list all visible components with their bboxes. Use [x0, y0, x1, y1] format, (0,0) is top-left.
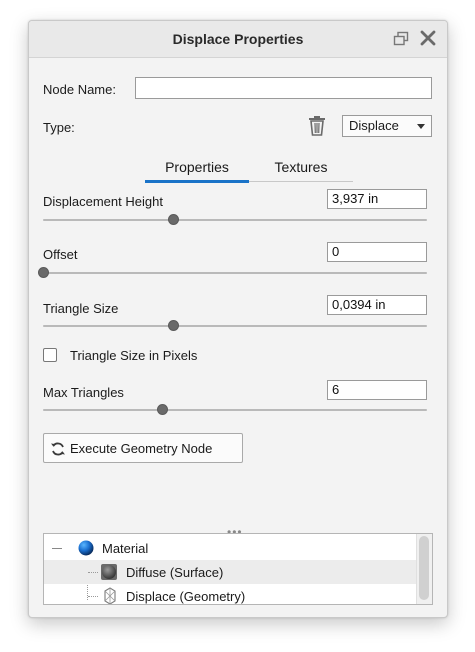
tree-item-label: Displace (Geometry): [126, 589, 246, 604]
execute-geometry-node-button[interactable]: Execute Geometry Node: [43, 433, 243, 463]
tree-connector-branch: [88, 572, 98, 573]
offset-slider-thumb[interactable]: [37, 267, 49, 278]
displacement-height-slider-track[interactable]: [43, 219, 427, 221]
execute-geometry-node-label: Execute Geometry Node: [70, 441, 213, 456]
tree-item-displace[interactable]: Displace (Geometry): [44, 584, 416, 604]
displacement-height-label: Displacement Height: [43, 194, 163, 209]
tab-properties[interactable]: Properties: [145, 159, 249, 175]
triangle-size-in-pixels-label: Triangle Size in Pixels: [70, 348, 198, 363]
max-triangles-input[interactable]: 6: [327, 380, 427, 400]
max-triangles-slider-track[interactable]: [43, 409, 427, 411]
tab-textures[interactable]: Textures: [249, 159, 353, 175]
collapse-icon[interactable]: [52, 548, 62, 549]
title-bar[interactable]: Displace Properties: [29, 21, 447, 58]
triangle-size-label: Triangle Size: [43, 301, 119, 316]
tree-connector-branch: [88, 596, 98, 597]
tab-active-indicator: [145, 180, 249, 183]
window-title: Displace Properties: [172, 31, 304, 47]
diffuse-icon: [101, 564, 117, 580]
sphere-icon: [78, 540, 94, 556]
chevron-down-icon: [417, 124, 425, 129]
close-icon[interactable]: [419, 29, 437, 47]
triangle-size-slider-track[interactable]: [43, 325, 427, 327]
offset-label: Offset: [43, 247, 78, 262]
geometry-icon: [104, 587, 116, 604]
tree-item-label: Material: [102, 541, 149, 556]
triangle-size-in-pixels-checkbox[interactable]: [43, 348, 57, 362]
max-triangles-label: Max Triangles: [43, 385, 124, 400]
type-label: Type:: [43, 120, 75, 135]
max-triangles-slider-thumb[interactable]: [156, 404, 168, 415]
refresh-icon: [51, 442, 65, 456]
float-window-icon[interactable]: [393, 31, 409, 47]
node-name-label: Node Name:: [43, 82, 116, 97]
triangle-size-slider-thumb[interactable]: [168, 320, 180, 331]
tree-item-material[interactable]: Material: [44, 536, 416, 560]
offset-slider-track[interactable]: [43, 272, 427, 274]
trash-icon[interactable]: [307, 115, 327, 137]
tree-scrollbar-thumb[interactable]: [419, 536, 429, 600]
displacement-height-input[interactable]: 3,937 in: [327, 189, 427, 209]
type-dropdown-value: Displace: [349, 118, 399, 133]
tab-inactive-underline: [249, 181, 353, 182]
displace-properties-panel: Displace Properties Node Name: Type: Dis…: [28, 20, 448, 618]
triangle-size-input[interactable]: 0,0394 in: [327, 295, 427, 315]
material-tree: Material Diffuse (Surface) Displace (Geo…: [43, 533, 433, 605]
node-name-input[interactable]: [135, 77, 432, 99]
tree-item-diffuse[interactable]: Diffuse (Surface): [44, 560, 416, 584]
displacement-height-slider-thumb[interactable]: [168, 214, 180, 225]
offset-input[interactable]: 0: [327, 242, 427, 262]
type-dropdown[interactable]: Displace: [342, 115, 432, 137]
tree-item-label: Diffuse (Surface): [126, 565, 224, 580]
